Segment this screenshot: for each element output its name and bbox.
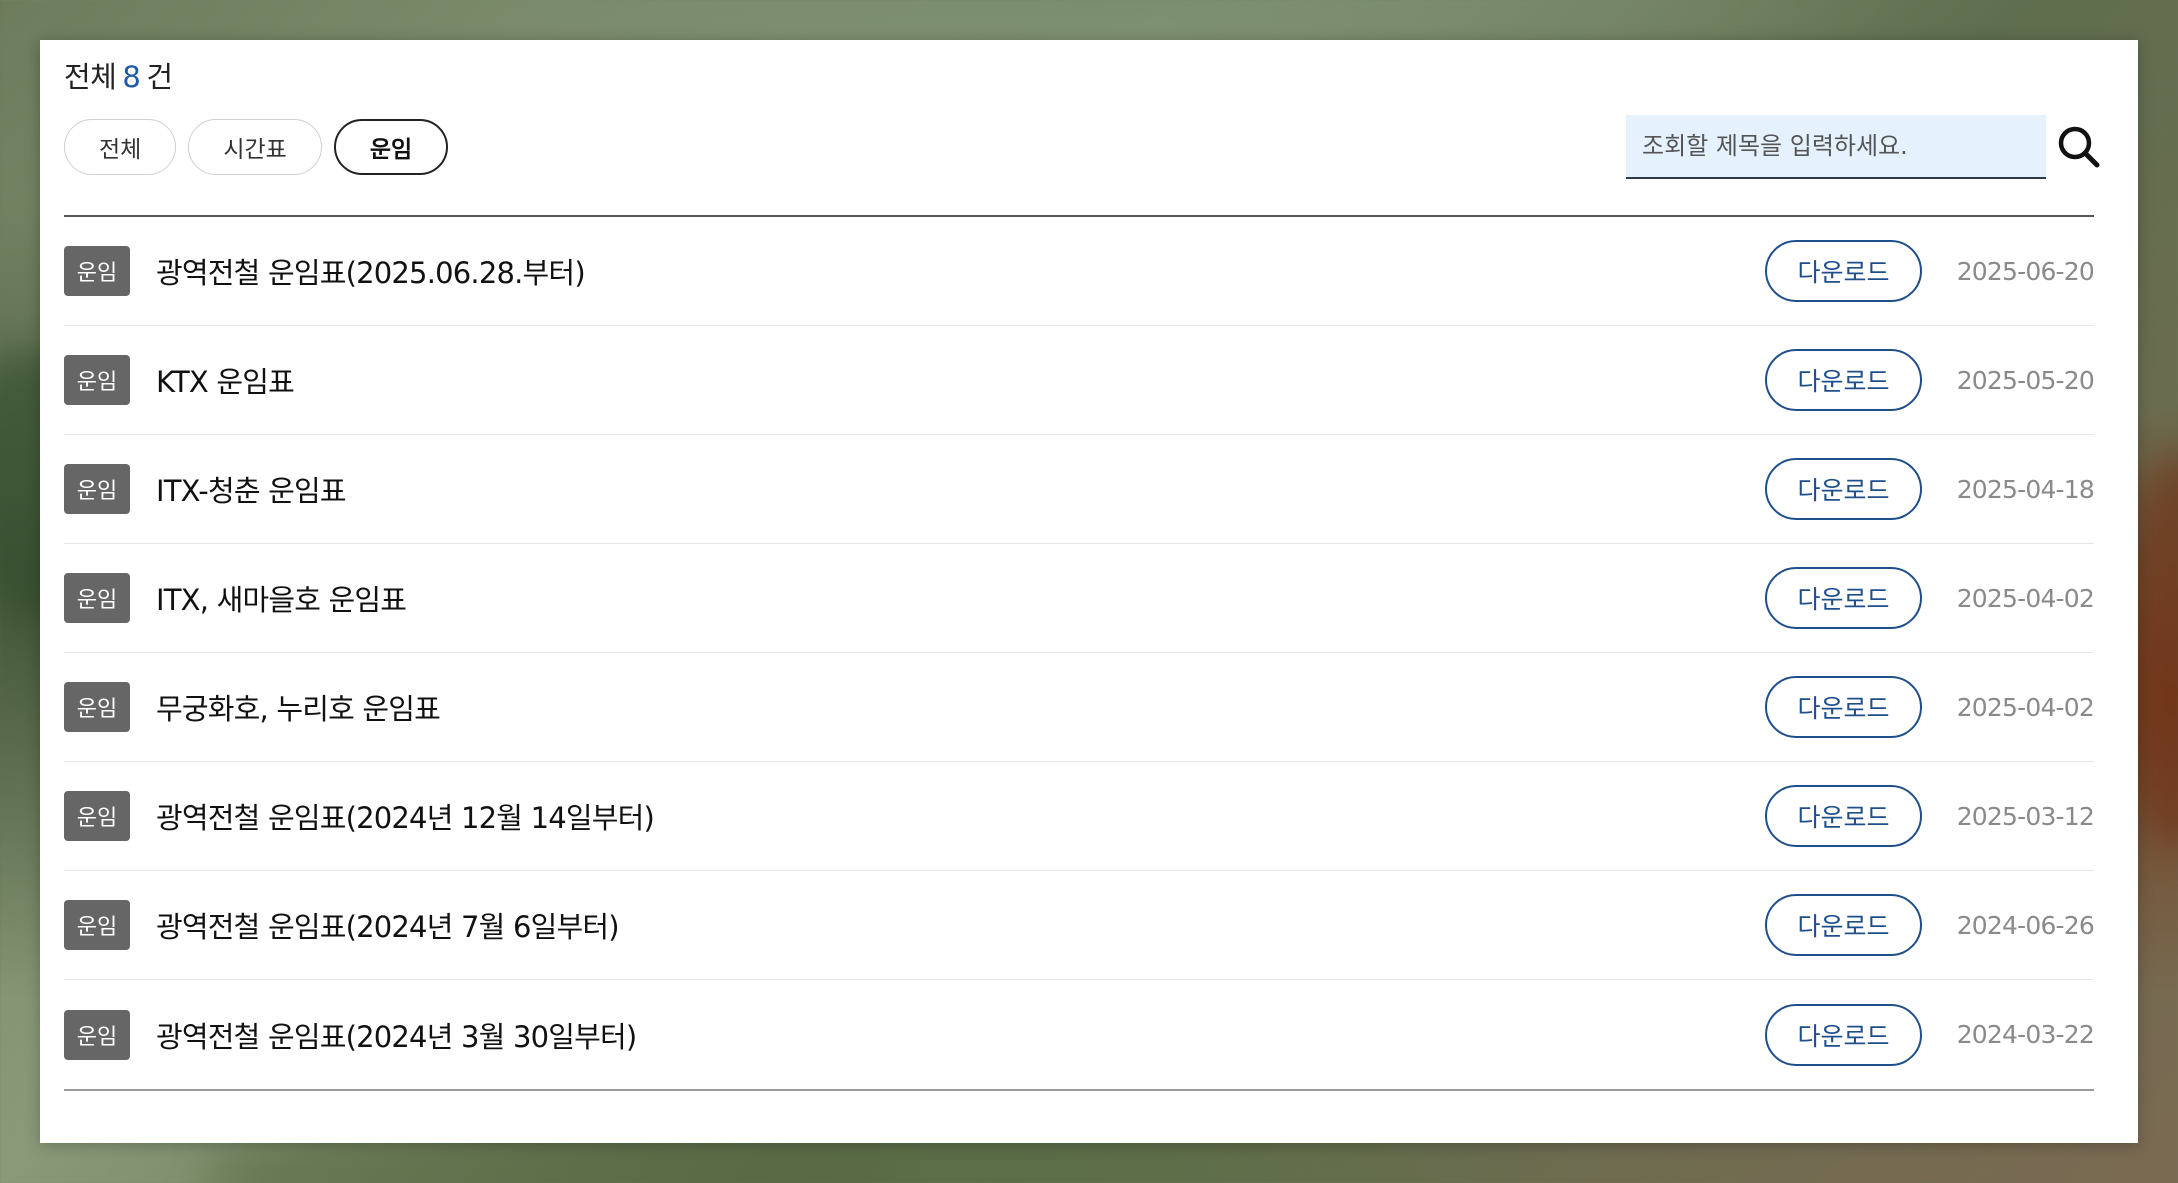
item-date: 2025-04-18 (1956, 474, 2095, 504)
download-button[interactable]: 다운로드 (1765, 1003, 1922, 1066)
category-tag: 운임 (64, 900, 130, 950)
search-button[interactable] (2056, 124, 2102, 170)
search-icon (2058, 126, 2100, 168)
list-item: 운임 광역전철 운임표(2024년 7월 6일부터) 다운로드 2024-06-… (64, 871, 2095, 980)
list-item: 운임 KTX 운임표 다운로드 2025-05-20 (64, 326, 2095, 435)
category-filters: 전체 시간표 운임 (64, 119, 449, 175)
category-tag: 운임 (64, 573, 130, 623)
item-title[interactable]: 광역전철 운임표(2024년 3월 30일부터) (156, 1014, 1765, 1056)
item-title[interactable]: 광역전철 운임표(2025.06.28.부터) (156, 250, 1765, 292)
category-tag: 운임 (64, 791, 130, 841)
download-button[interactable]: 다운로드 (1765, 458, 1922, 520)
list-item: 운임 광역전철 운임표(2025.06.28.부터) 다운로드 2025-06-… (64, 217, 2095, 326)
category-tag: 운임 (64, 1009, 130, 1060)
filter-all[interactable]: 전체 (64, 119, 177, 175)
search-input[interactable] (1626, 115, 2046, 179)
list-item: 운임 광역전철 운임표(2024년 3월 30일부터) 다운로드 2024-03… (64, 980, 2095, 1089)
total-prefix: 전체 (64, 60, 117, 94)
item-date: 2025-04-02 (1956, 692, 2095, 722)
item-title[interactable]: 광역전철 운임표(2024년 7월 6일부터) (156, 904, 1765, 946)
list-item: 운임 광역전철 운임표(2024년 12월 14일부터) 다운로드 2025-0… (64, 762, 2095, 871)
download-button[interactable]: 다운로드 (1765, 894, 1922, 956)
list-item: 운임 ITX, 새마을호 운임표 다운로드 2025-04-02 (64, 544, 2095, 653)
item-date: 2024-03-22 (1956, 1020, 2095, 1049)
download-button[interactable]: 다운로드 (1765, 785, 1922, 847)
item-title[interactable]: 무궁화호, 누리호 운임표 (156, 686, 1765, 728)
category-tag: 운임 (64, 355, 130, 405)
board-panel: 전체8건 전체 시간표 운임 운임 광역전철 운임표(2025.06.28.부터… (40, 40, 2138, 1143)
item-date: 2025-04-02 (1956, 583, 2095, 613)
file-list: 운임 광역전철 운임표(2025.06.28.부터) 다운로드 2025-06-… (64, 215, 2095, 1091)
download-button[interactable]: 다운로드 (1765, 349, 1922, 411)
download-button[interactable]: 다운로드 (1765, 240, 1922, 302)
total-count: 전체 8 건 (64, 54, 173, 96)
item-title[interactable]: ITX, 새마을호 운임표 (156, 577, 1765, 619)
category-tag: 운임 (64, 464, 130, 514)
item-title[interactable]: ITX-청춘 운임표 (156, 468, 1765, 510)
item-date: 2024-06-26 (1956, 910, 2095, 940)
category-tag: 운임 (64, 246, 130, 296)
filter-timetable[interactable]: 시간표 (188, 119, 322, 175)
total-number: 8 (122, 60, 141, 94)
item-date: 2025-05-20 (1956, 365, 2095, 395)
item-title[interactable]: 광역전철 운임표(2024년 12월 14일부터) (156, 795, 1765, 837)
filter-fare[interactable]: 운임 (333, 119, 449, 175)
item-date: 2025-03-12 (1956, 801, 2095, 831)
total-suffix: 건 (146, 60, 173, 94)
download-button[interactable]: 다운로드 (1765, 567, 1922, 629)
category-tag: 운임 (64, 682, 130, 732)
list-item: 운임 무궁화호, 누리호 운임표 다운로드 2025-04-02 (64, 653, 2095, 762)
item-title[interactable]: KTX 운임표 (156, 359, 1765, 401)
list-item: 운임 ITX-청춘 운임표 다운로드 2025-04-18 (64, 435, 2095, 544)
item-date: 2025-06-20 (1956, 256, 2095, 286)
download-button[interactable]: 다운로드 (1765, 676, 1922, 738)
